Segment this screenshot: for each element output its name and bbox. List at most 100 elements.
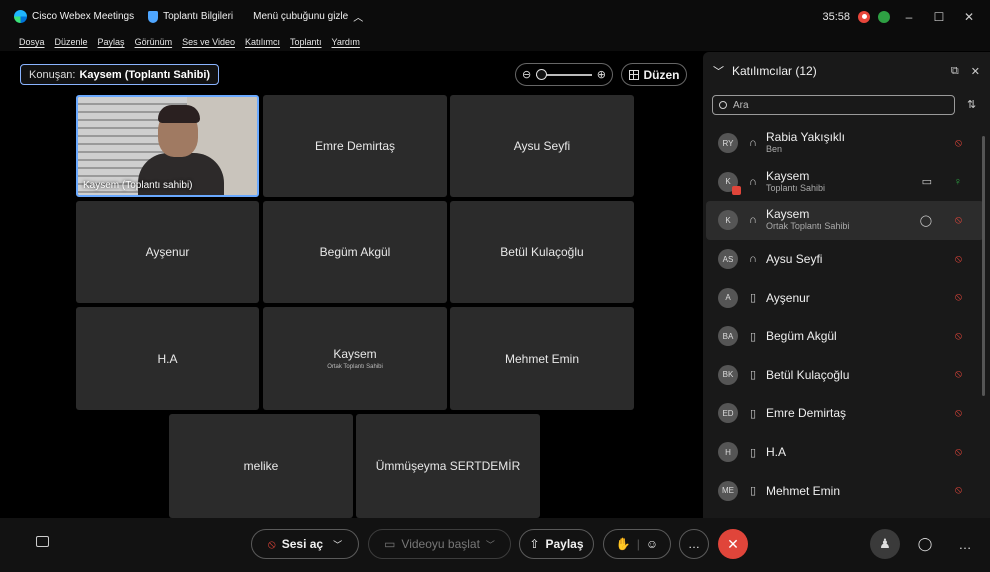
minimize-button[interactable]: – bbox=[898, 10, 920, 24]
participant-row[interactable]: K ∩ Kaysem Toplantı Sahibi ▭ ♀ bbox=[703, 163, 990, 202]
menu-meeting[interactable]: Toplantı bbox=[290, 37, 322, 47]
layout-button[interactable]: Düzen bbox=[621, 63, 687, 86]
close-panel-icon[interactable]: ✕ bbox=[971, 65, 980, 78]
chat-toggle-button[interactable]: ◯ bbox=[910, 529, 940, 559]
participant-tile[interactable]: Kaysem Ortak Toplantı Sahibi bbox=[263, 307, 447, 410]
avatar-initials: K bbox=[725, 177, 731, 187]
video-person-hair bbox=[158, 105, 200, 123]
meeting-info-label: Toplantı Bilgileri bbox=[163, 11, 234, 22]
participant-row[interactable]: RY ∩ Rabia Yakışıklı Ben ⦸ bbox=[703, 124, 990, 163]
reactions-icon[interactable]: ☺ bbox=[646, 537, 658, 551]
zoom-slider[interactable] bbox=[536, 68, 592, 80]
participant-search-input[interactable]: Ara bbox=[712, 95, 955, 115]
participant-tile[interactable]: H.A bbox=[76, 307, 259, 410]
mic-muted-icon[interactable]: ⦸ bbox=[955, 484, 962, 497]
avatar: RY bbox=[718, 133, 738, 154]
camera-badge-icon bbox=[732, 185, 741, 195]
captions-icon[interactable] bbox=[36, 536, 49, 547]
raise-hand-icon[interactable]: ✋ bbox=[616, 537, 631, 551]
mic-muted-icon[interactable]: ⦸ bbox=[955, 330, 962, 343]
participants-toggle-button[interactable]: ♟ bbox=[870, 529, 900, 559]
hide-menu-button[interactable]: Menü çubuğunu gizle ︿ bbox=[253, 9, 363, 24]
chat-icon[interactable]: ◯ bbox=[920, 214, 932, 227]
participant-tile[interactable]: Ayşenur bbox=[76, 201, 259, 303]
avatar: ED bbox=[718, 403, 738, 424]
popout-icon[interactable]: ⧉ bbox=[951, 65, 959, 78]
collapse-chevron-icon[interactable]: ﹀ bbox=[713, 63, 724, 79]
menu-view[interactable]: Görünüm bbox=[135, 37, 173, 47]
more-icon: … bbox=[688, 537, 700, 551]
chat-bubble-icon: ◯ bbox=[917, 536, 933, 551]
more-panels-button[interactable]: … bbox=[950, 529, 980, 559]
control-bar: ⦸ Sesi aç ﹀ ▭ Videoyu başlat ﹀ ⇧ Paylaş … bbox=[0, 518, 990, 572]
participant-name-block: H.A bbox=[766, 446, 786, 458]
participant-row[interactable]: K ∩ Kaysem Ortak Toplantı Sahibi ◯ ⦸ bbox=[706, 201, 984, 240]
recording-icon[interactable] bbox=[858, 10, 870, 23]
close-window-button[interactable]: ✕ bbox=[958, 10, 980, 24]
chevron-down-icon[interactable]: ﹀ bbox=[486, 538, 495, 551]
participant-row[interactable]: A ▯ Ayşenur ⦸ bbox=[703, 278, 990, 317]
webex-logo-icon bbox=[14, 10, 27, 23]
panel-tools: ⧉ ✕ bbox=[951, 65, 980, 78]
video-off-icon: ▭ bbox=[384, 537, 396, 551]
participant-row[interactable]: BA ▯ Begüm Akgül ⦸ bbox=[703, 317, 990, 356]
chevron-down-icon[interactable]: ﹀ bbox=[333, 538, 342, 551]
menu-audio-video[interactable]: Ses ve Video bbox=[182, 37, 235, 47]
network-status-icon[interactable] bbox=[878, 10, 890, 23]
sort-icon[interactable]: ⇅ bbox=[967, 98, 976, 111]
participant-row[interactable]: BK ▯ Betül Kulaçoğlu ⦸ bbox=[703, 356, 990, 395]
mic-muted-icon[interactable]: ⦸ bbox=[955, 253, 962, 266]
participant-role: Ben bbox=[766, 144, 783, 155]
participant-name: Emre Demirtaş bbox=[766, 406, 847, 421]
mic-muted-icon[interactable]: ⦸ bbox=[955, 446, 962, 459]
tile-name: Begüm Akgül bbox=[319, 245, 391, 259]
participant-row[interactable]: H ▯ H.A ⦸ bbox=[703, 433, 990, 472]
participant-name: Aysu Seyfi bbox=[766, 252, 823, 267]
menu-help[interactable]: Yardım bbox=[332, 37, 360, 47]
participants-panel: ﹀ Katılımcılar (12) ⧉ ✕ Ara ⇅ RY ∩ Rabia… bbox=[703, 52, 990, 518]
share-button[interactable]: ⇧ Paylaş bbox=[519, 529, 594, 559]
unmute-button[interactable]: ⦸ Sesi aç ﹀ bbox=[251, 529, 359, 559]
mic-muted-icon[interactable]: ⦸ bbox=[955, 407, 962, 420]
participant-row[interactable]: ED ▯ Emre Demirtaş ⦸ bbox=[703, 394, 990, 433]
participant-tile[interactable]: Aysu Seyfi bbox=[450, 95, 634, 197]
menu-participant[interactable]: Katılımcı bbox=[245, 37, 280, 47]
avatar: AS bbox=[718, 249, 738, 270]
participant-tile[interactable]: Betül Kulaçoğlu bbox=[450, 201, 634, 303]
zoom-out-icon[interactable]: ⊖ bbox=[522, 68, 531, 81]
menu-file[interactable]: Dosya bbox=[19, 37, 45, 47]
menu-edit[interactable]: Düzenle bbox=[55, 37, 88, 47]
menu-share[interactable]: Paylaş bbox=[98, 37, 125, 47]
participant-list: RY ∩ Rabia Yakışıklı Ben ⦸ K ∩ Kaysem To… bbox=[703, 124, 990, 510]
panel-scrollbar[interactable] bbox=[982, 136, 985, 396]
meeting-timer: 35:58 bbox=[822, 10, 850, 23]
title-bar: Cisco Webex Meetings Toplantı Bilgileri … bbox=[0, 0, 990, 33]
phone-icon: ▯ bbox=[749, 292, 757, 305]
participant-row[interactable]: AS ∩ Aysu Seyfi ⦸ bbox=[703, 240, 990, 279]
mic-muted-icon[interactable]: ⦸ bbox=[955, 137, 962, 150]
mic-active-icon[interactable]: ♀ bbox=[954, 176, 962, 188]
leave-meeting-button[interactable]: ✕ bbox=[718, 529, 748, 559]
zoom-control[interactable]: ⊖ ⊕ bbox=[515, 63, 613, 86]
participant-tile[interactable]: melike bbox=[169, 414, 353, 518]
tile-name: melike bbox=[243, 459, 279, 473]
participant-tile[interactable]: Mehmet Emin bbox=[450, 307, 634, 410]
zoom-in-icon[interactable]: ⊕ bbox=[597, 68, 606, 81]
shield-icon bbox=[148, 10, 159, 23]
mic-muted-icon[interactable]: ⦸ bbox=[955, 291, 962, 304]
tile-name: Mehmet Emin bbox=[504, 351, 580, 366]
more-options-button[interactable]: … bbox=[679, 529, 709, 559]
mic-muted-icon[interactable]: ⦸ bbox=[955, 214, 962, 227]
phone-icon: ▯ bbox=[749, 407, 757, 420]
participant-tile[interactable]: Ümmüşeyma SERTDEMİR bbox=[356, 414, 540, 518]
meeting-info-button[interactable]: Toplantı Bilgileri bbox=[148, 10, 234, 23]
maximize-button[interactable]: ☐ bbox=[928, 10, 950, 24]
participant-row[interactable]: ME ▯ Mehmet Emin ⦸ bbox=[703, 471, 990, 510]
zoom-slider-knob[interactable] bbox=[536, 68, 548, 80]
start-video-button[interactable]: ▭ Videoyu başlat ﹀ bbox=[368, 529, 511, 559]
participant-name-block: Kaysem Ortak Toplantı Sahibi bbox=[766, 208, 849, 232]
participant-tile[interactable]: Begüm Akgül bbox=[263, 201, 447, 303]
video-tile-host[interactable]: Kaysem (Toplantı sahibi) bbox=[76, 95, 259, 197]
mic-muted-icon[interactable]: ⦸ bbox=[955, 368, 962, 381]
participant-tile[interactable]: Emre Demirtaş bbox=[263, 95, 447, 197]
